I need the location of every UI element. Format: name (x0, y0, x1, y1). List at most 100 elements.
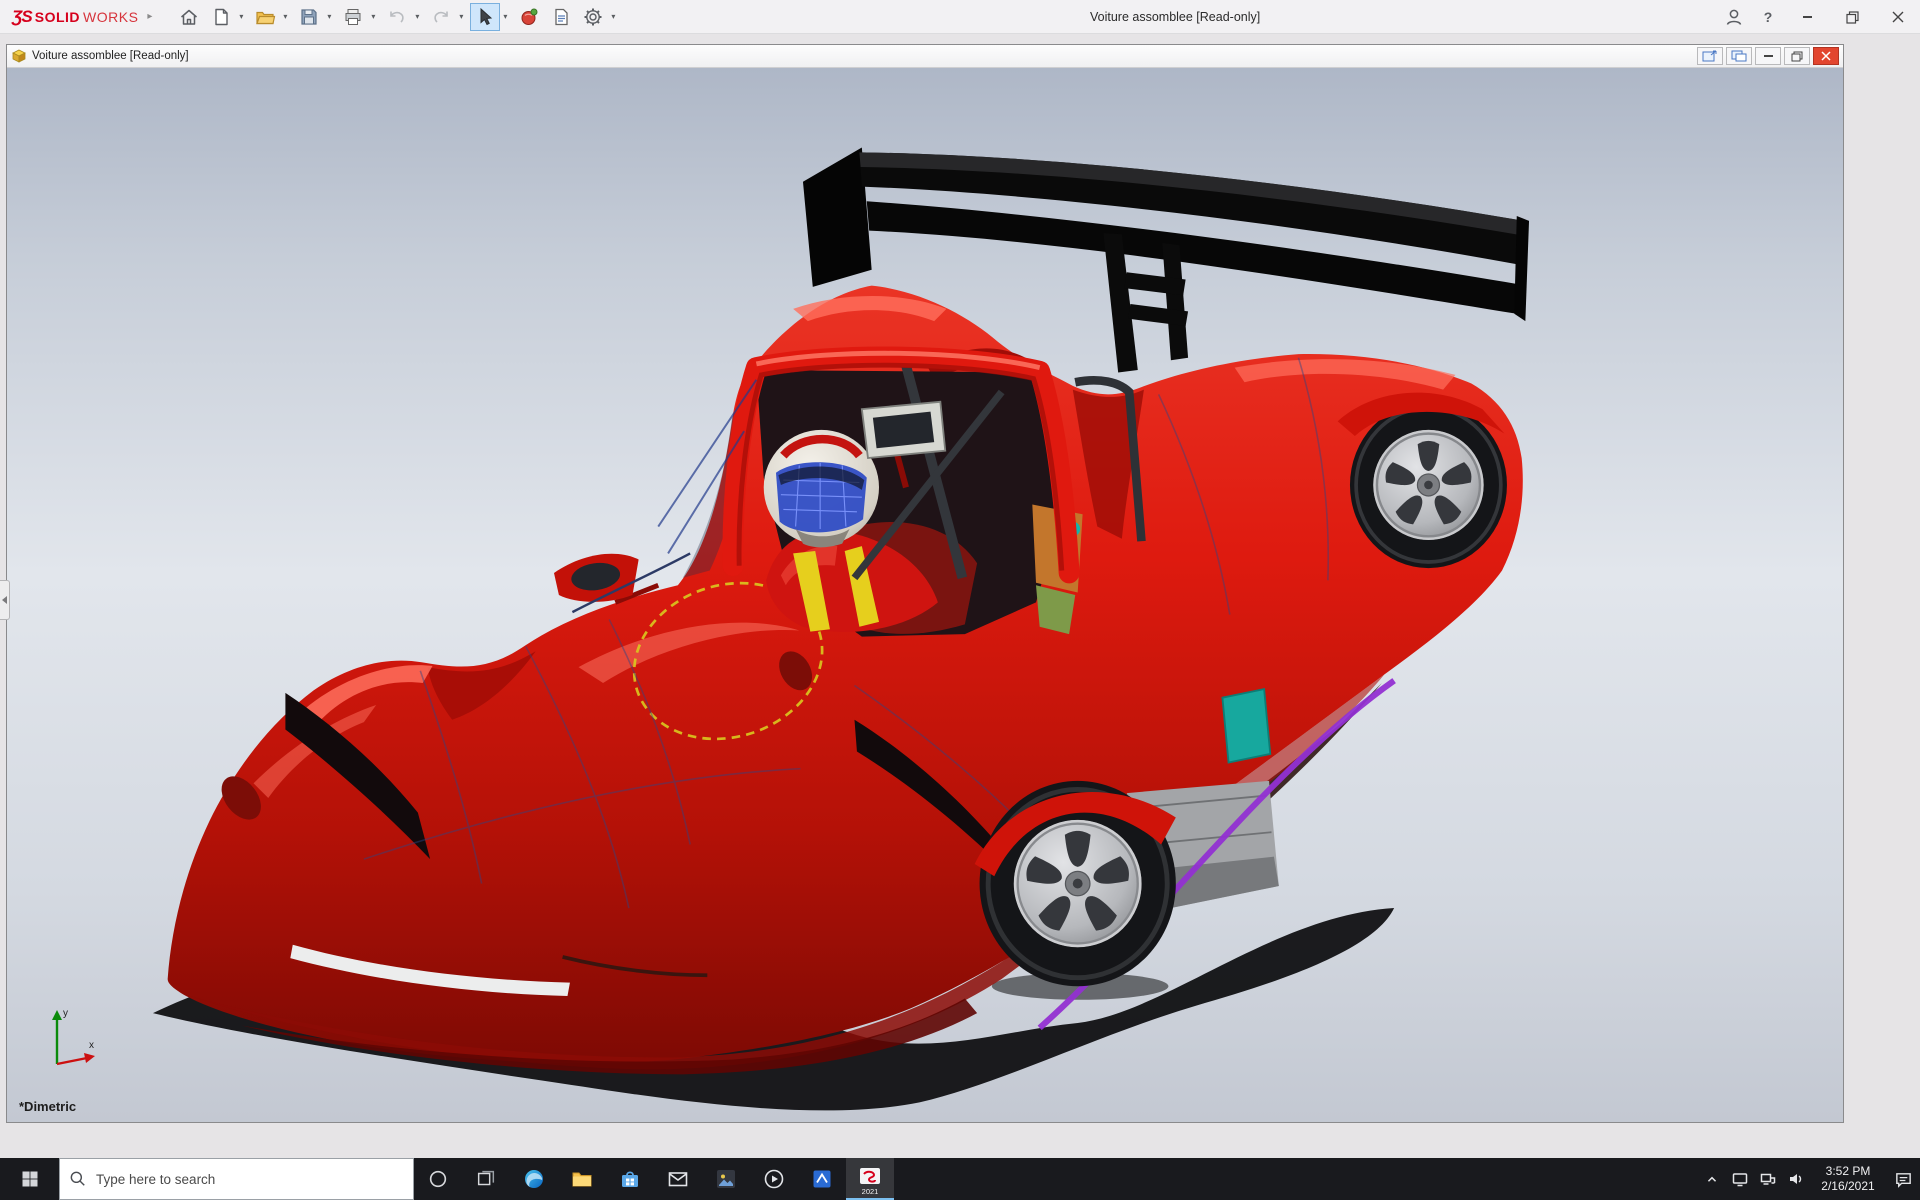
search-input[interactable] (96, 1172, 405, 1187)
dropdown-caret-icon[interactable]: ▾ (500, 12, 510, 21)
dropdown-caret-icon[interactable]: ▾ (456, 12, 466, 21)
taskbar-edge[interactable] (510, 1158, 558, 1200)
start-button[interactable] (0, 1158, 59, 1200)
undo-button[interactable] (382, 3, 412, 31)
featuremanager-collapse-tab[interactable] (0, 580, 10, 620)
taskbar-search[interactable] (59, 1158, 414, 1200)
open-folder-icon (254, 6, 276, 28)
windows-logo-icon (20, 1169, 40, 1189)
graphics-viewport[interactable]: y x *Dimetric (7, 68, 1843, 1122)
assembly-cube-icon (11, 48, 27, 64)
document-titlebar[interactable]: Voiture assomblee [Read-only] (7, 45, 1843, 68)
taskbar-clock[interactable]: 3:52 PM 2/16/2021 (1810, 1158, 1886, 1200)
photos-icon (714, 1167, 738, 1191)
teal-panel[interactable] (1222, 689, 1270, 762)
taskbar-store[interactable] (606, 1158, 654, 1200)
minimize-button[interactable] (1785, 0, 1830, 34)
save-button[interactable] (294, 3, 324, 31)
file-explorer-icon (570, 1167, 594, 1191)
app-client-area: Voiture assomblee [Read-only] (0, 35, 1920, 1158)
restore-icon (1846, 11, 1859, 24)
system-tray: 3:52 PM 2/16/2021 (1698, 1158, 1920, 1200)
rebuild-button[interactable] (514, 3, 544, 31)
close-button[interactable] (1875, 0, 1920, 34)
open-button[interactable] (250, 3, 280, 31)
dropdown-caret-icon[interactable]: ▾ (324, 12, 334, 21)
document-window-controls (1697, 47, 1839, 65)
blue-app-icon (810, 1167, 834, 1191)
account-icon (1723, 6, 1745, 28)
car-assembly-model[interactable] (7, 68, 1843, 1122)
taskbar-media-player[interactable] (750, 1158, 798, 1200)
taskbar-blue-app[interactable] (798, 1158, 846, 1200)
dropdown-caret-icon[interactable]: ▾ (368, 12, 378, 21)
clock-date: 2/16/2021 (1810, 1179, 1886, 1194)
quick-access-toolbar: ▾ ▾ ▾ (174, 3, 620, 31)
restore-icon (1791, 51, 1803, 62)
solidworks-app-icon (858, 1167, 882, 1189)
doc-restore-button[interactable] (1784, 47, 1810, 65)
options-button[interactable] (578, 3, 608, 31)
taskbar-cortana[interactable] (414, 1158, 462, 1200)
print-icon (342, 6, 364, 28)
cortana-icon (427, 1168, 449, 1190)
taskbar-task-view[interactable] (462, 1158, 510, 1200)
taskbar-photos[interactable] (702, 1158, 750, 1200)
maximize-button[interactable] (1830, 0, 1875, 34)
logo-expand-icon[interactable]: ▸ (147, 11, 152, 22)
mail-icon (666, 1167, 690, 1191)
taskbar-file-explorer[interactable] (558, 1158, 606, 1200)
solidworks-logo: ƷS SOLID WORKS ▸ (12, 7, 152, 27)
clock-time: 3:52 PM (1810, 1164, 1886, 1179)
close-icon (1892, 11, 1904, 23)
tile-window-button[interactable] (1726, 47, 1752, 65)
tray-volume[interactable] (1782, 1158, 1810, 1200)
redo-button[interactable] (426, 3, 456, 31)
select-tool-button[interactable] (470, 3, 500, 31)
cockpit[interactable] (554, 353, 1141, 636)
chevron-up-icon (1704, 1171, 1720, 1187)
close-icon (1821, 51, 1831, 61)
home-icon (178, 6, 200, 28)
media-player-icon (762, 1167, 786, 1191)
task-view-icon (475, 1168, 497, 1190)
store-icon (618, 1167, 642, 1191)
account-button[interactable] (1717, 2, 1751, 32)
file-properties-button[interactable] (546, 3, 576, 31)
home-button[interactable] (174, 3, 204, 31)
edge-icon (522, 1167, 546, 1191)
tray-network[interactable] (1754, 1158, 1782, 1200)
new-window-button[interactable] (1697, 47, 1723, 65)
hidden-icons-button[interactable] (1698, 1158, 1726, 1200)
ds-logo-icon: ƷS (12, 7, 32, 27)
help-button[interactable]: ? (1751, 2, 1785, 32)
select-cursor-icon (474, 6, 496, 28)
tile-window-icon (1731, 50, 1747, 62)
network-icon (1759, 1170, 1777, 1188)
print-button[interactable] (338, 3, 368, 31)
dropdown-caret-icon[interactable]: ▾ (608, 12, 618, 21)
tray-display[interactable] (1726, 1158, 1754, 1200)
dropdown-caret-icon[interactable]: ▾ (236, 12, 246, 21)
action-center-icon (1894, 1170, 1913, 1189)
document-window: Voiture assomblee [Read-only] (6, 44, 1844, 1123)
screen: ƷS SOLID WORKS ▸ (0, 0, 1920, 1200)
action-center-button[interactable] (1886, 1158, 1920, 1200)
taskbar-solidworks[interactable]: 2021 (846, 1158, 894, 1200)
collapse-arrow-icon (2, 596, 7, 604)
solidworks-year-badge: 2021 (846, 1187, 894, 1196)
taskbar-mail[interactable] (654, 1158, 702, 1200)
doc-close-button[interactable] (1813, 47, 1839, 65)
new-window-icon (1702, 50, 1718, 62)
logo-text-solid: SOLID (35, 9, 80, 25)
doc-minimize-button[interactable] (1755, 47, 1781, 65)
windows-taskbar: 2021 (0, 1158, 1920, 1200)
search-icon (68, 1169, 88, 1189)
file-properties-icon (550, 6, 572, 28)
new-document-icon (210, 6, 232, 28)
dropdown-caret-icon[interactable]: ▾ (412, 12, 422, 21)
app-titlebar: ƷS SOLID WORKS ▸ (0, 0, 1920, 34)
new-document-button[interactable] (206, 3, 236, 31)
dropdown-caret-icon[interactable]: ▾ (280, 12, 290, 21)
gear-icon (582, 6, 604, 28)
